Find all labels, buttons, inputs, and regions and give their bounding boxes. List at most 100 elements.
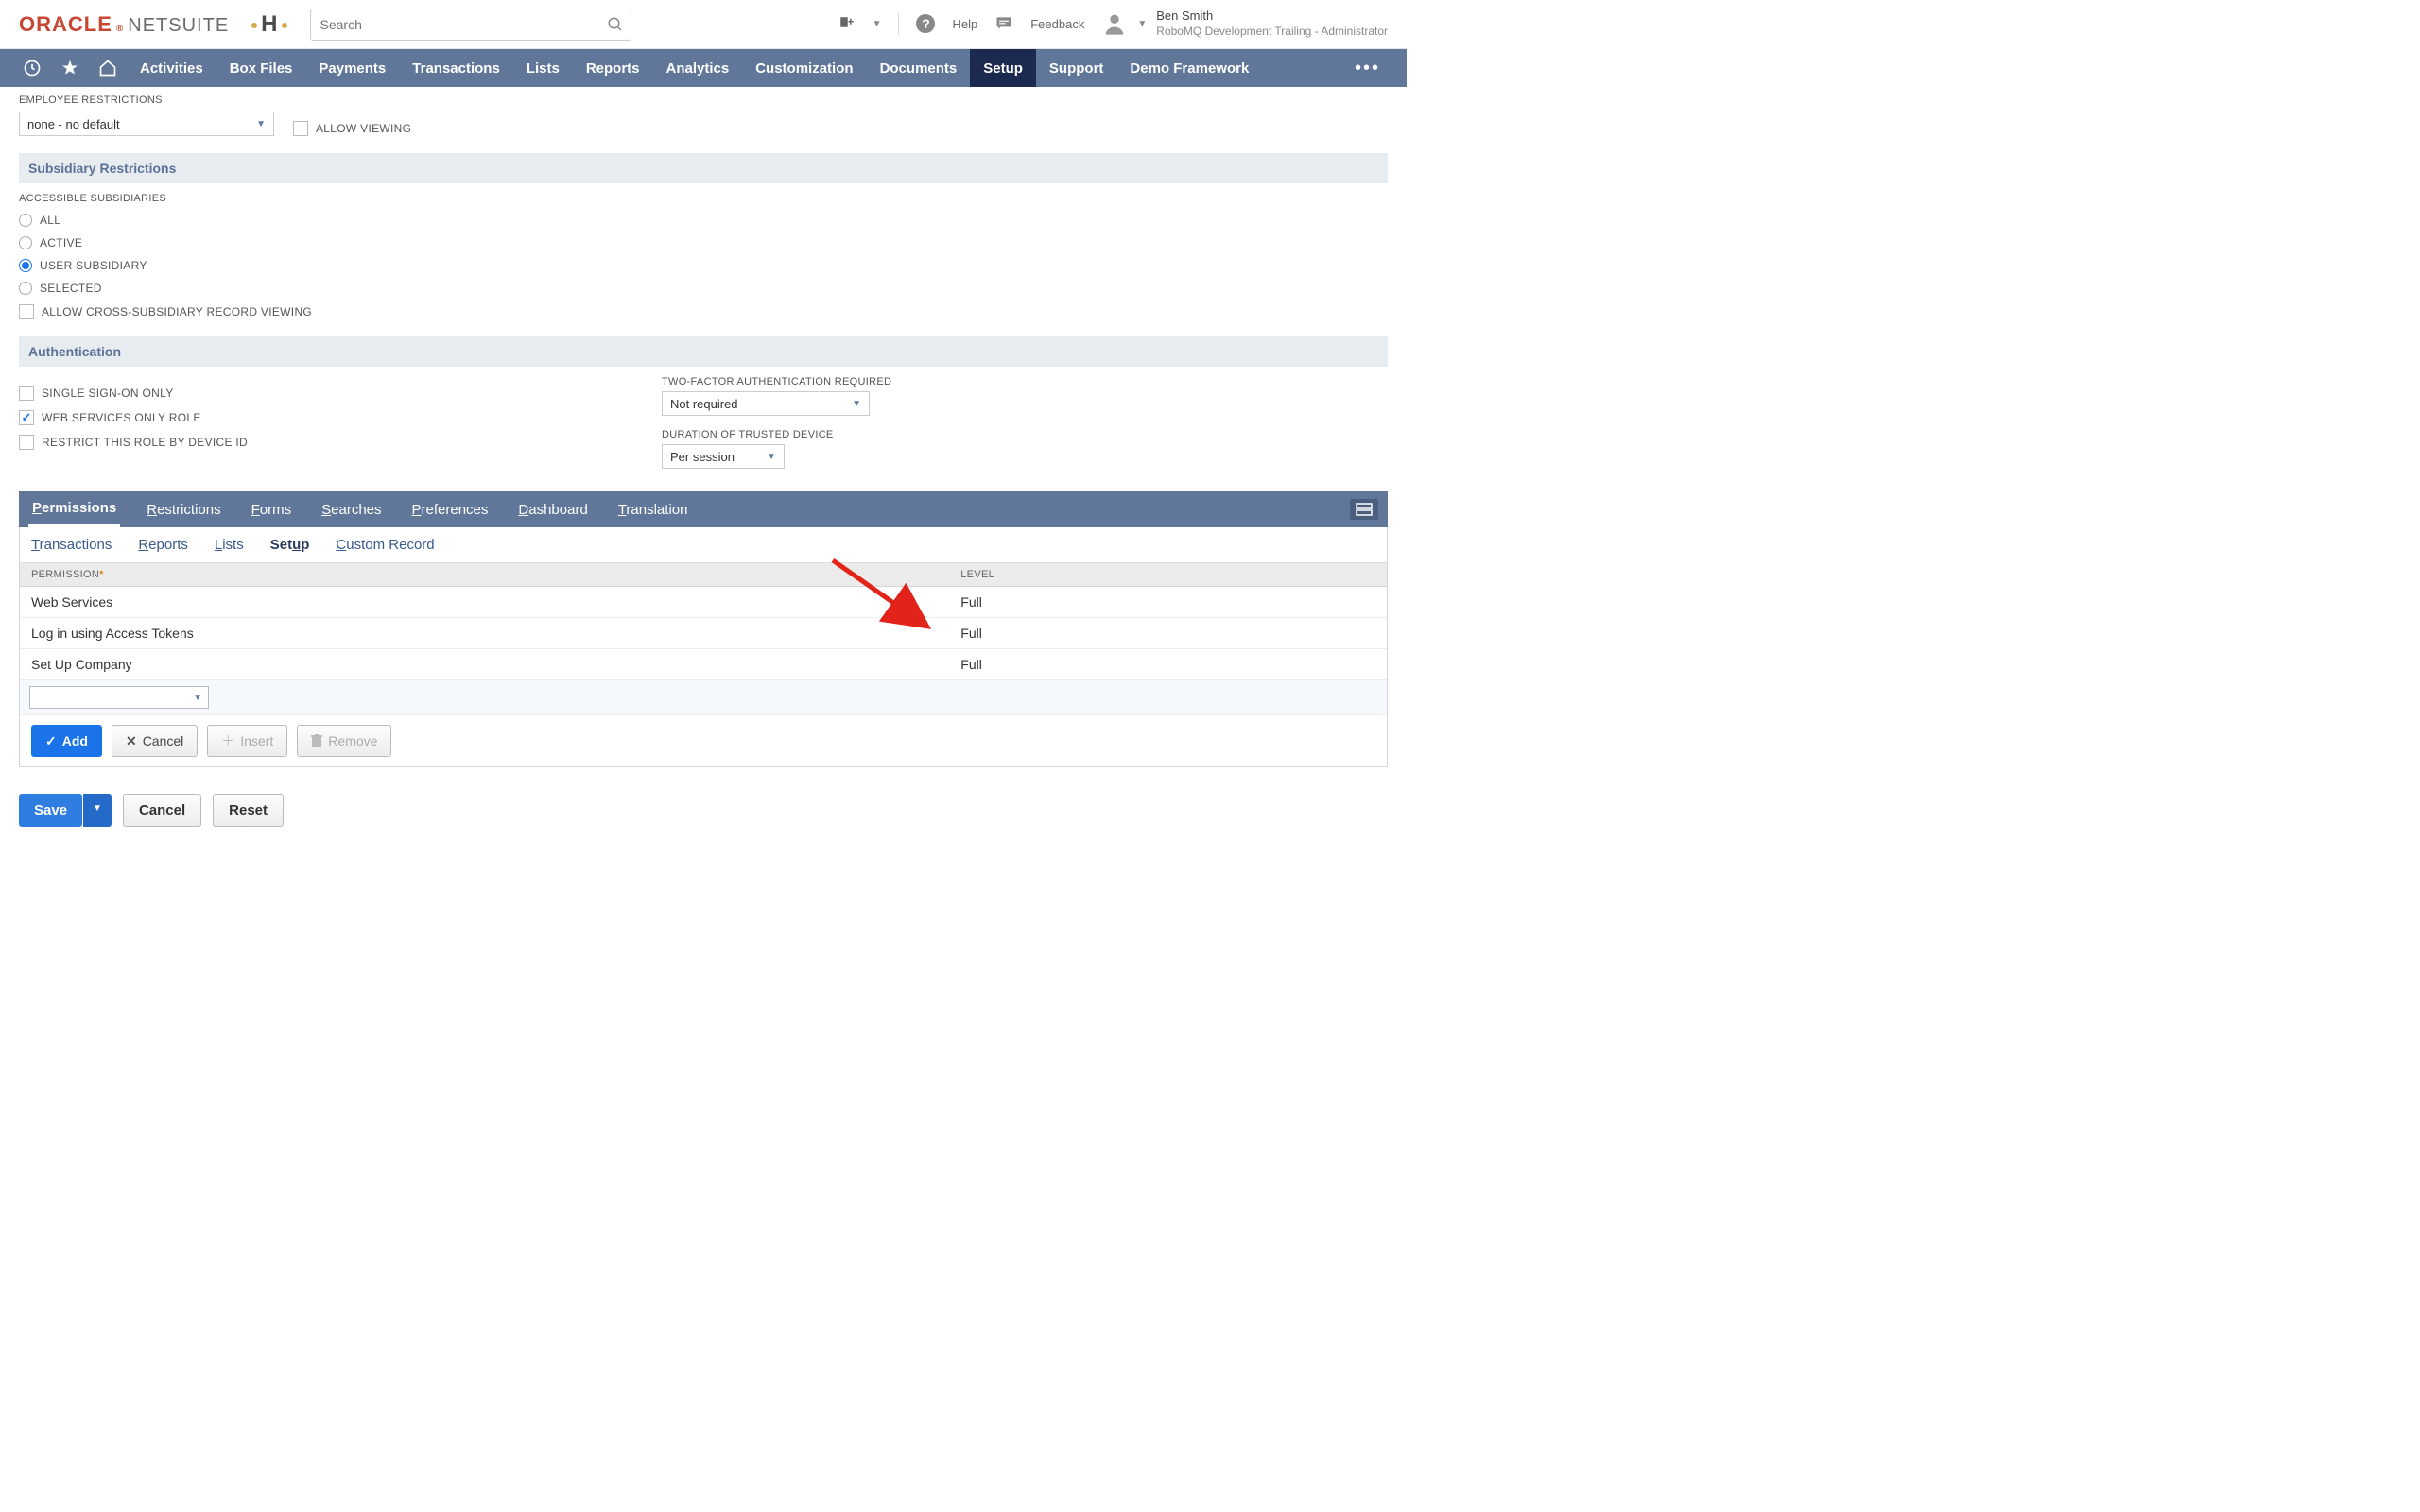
nav-box-files[interactable]: Box Files xyxy=(216,49,306,87)
subtab-dashboard[interactable]: Dashboard xyxy=(514,491,591,527)
nav-overflow-icon[interactable]: ••• xyxy=(1341,58,1393,79)
restrict-device-id-checkbox[interactable] xyxy=(19,435,34,450)
tfa-select[interactable]: Not required ▼ xyxy=(662,391,870,416)
nav-analytics[interactable]: Analytics xyxy=(653,49,743,87)
inner-tab-reports[interactable]: Reports xyxy=(138,537,188,553)
employee-restrictions-value: none - no default xyxy=(27,117,120,131)
permissions-panel: Transactions Reports Lists Setup Custom … xyxy=(19,527,1388,767)
duration-value: Per session xyxy=(670,450,735,464)
reset-button[interactable]: Reset xyxy=(213,794,284,827)
col-level-header: LEVEL xyxy=(949,563,1387,587)
inner-tab-custom-record[interactable]: Custom Record xyxy=(336,537,434,553)
radio-all-label: ALL xyxy=(40,214,60,227)
save-dropdown-icon[interactable]: ▼ xyxy=(83,794,112,827)
web-services-only-checkbox[interactable] xyxy=(19,410,34,425)
cancel-row-button[interactable]: ✕Cancel xyxy=(112,725,198,757)
nav-customization[interactable]: Customization xyxy=(742,49,866,87)
nav-activities[interactable]: Activities xyxy=(127,49,216,87)
help-icon[interactable]: ? xyxy=(916,14,935,33)
feedback-icon[interactable] xyxy=(994,14,1013,33)
subtab-view-toggle-icon[interactable] xyxy=(1350,499,1378,520)
restrict-device-id-label: RESTRICT THIS ROLE BY DEVICE ID xyxy=(42,436,248,449)
radio-selected[interactable] xyxy=(19,282,32,295)
nav-setup[interactable]: Setup xyxy=(970,49,1036,87)
allow-viewing-checkbox[interactable] xyxy=(293,121,308,136)
radio-selected-label: SELECTED xyxy=(40,282,102,295)
subtab-translation[interactable]: Translation xyxy=(614,491,692,527)
perm-cell: Log in using Access Tokens xyxy=(20,618,949,649)
sso-only-label: SINGLE SIGN-ON ONLY xyxy=(42,387,174,400)
cancel-button[interactable]: Cancel xyxy=(123,794,201,827)
duration-select[interactable]: Per session ▼ xyxy=(662,444,785,469)
radio-active[interactable] xyxy=(19,236,32,249)
registered-mark: ® xyxy=(116,24,124,34)
user-menu[interactable]: ▼ Ben Smith RoboMQ Development Trailing … xyxy=(1101,9,1388,39)
accessible-subsidiaries-label: ACCESSIBLE SUBSIDIARIES xyxy=(19,193,1388,204)
avatar-icon xyxy=(1101,10,1128,37)
sso-only-checkbox[interactable] xyxy=(19,386,34,401)
topbar-right: ▼ ? Help Feedback ▼ Ben Smith RoboMQ Dev… xyxy=(838,9,1388,39)
tfa-value: Not required xyxy=(670,397,738,411)
netsuite-text: NETSUITE xyxy=(128,15,229,37)
inner-tab-transactions[interactable]: Transactions xyxy=(31,537,112,553)
insert-button[interactable]: ＋Insert xyxy=(207,725,287,757)
feedback-label[interactable]: Feedback xyxy=(1030,17,1084,31)
level-cell: Full xyxy=(949,649,1387,680)
section-subsidiary-restrictions: Subsidiary Restrictions xyxy=(19,153,1388,183)
duration-label: DURATION OF TRUSTED DEVICE xyxy=(662,429,1229,440)
chevron-down-icon: ▼ xyxy=(852,399,861,409)
perm-cell: Web Services xyxy=(20,587,949,618)
permissions-table: PERMISSION* LEVEL Web ServicesFull Log i… xyxy=(20,563,1387,715)
radio-all[interactable] xyxy=(19,214,32,227)
subtab-restrictions[interactable]: Restrictions xyxy=(143,491,224,527)
section-authentication: Authentication xyxy=(19,336,1388,367)
table-new-row[interactable]: ▼ xyxy=(20,680,1387,715)
inner-tab-setup[interactable]: Setup xyxy=(270,537,310,553)
search-input[interactable] xyxy=(310,9,631,41)
radio-user-subsidiary[interactable] xyxy=(19,259,32,272)
save-button[interactable]: Save xyxy=(19,794,82,827)
nav-lists[interactable]: Lists xyxy=(513,49,573,87)
oracle-text: ORACLE xyxy=(19,12,112,37)
table-row[interactable]: Set Up CompanyFull xyxy=(20,649,1387,680)
tfa-label: TWO-FACTOR AUTHENTICATION REQUIRED xyxy=(662,376,1229,387)
web-services-only-label: WEB SERVICES ONLY ROLE xyxy=(42,411,201,424)
recent-icon[interactable] xyxy=(13,49,51,87)
employee-restrictions-select[interactable]: none - no default ▼ xyxy=(19,112,274,136)
nav-payments[interactable]: Payments xyxy=(305,49,399,87)
chevron-down-icon: ▼ xyxy=(767,452,776,462)
nav-documents[interactable]: Documents xyxy=(867,49,971,87)
star-icon[interactable] xyxy=(51,49,89,87)
nav-support[interactable]: Support xyxy=(1036,49,1117,87)
search-icon[interactable] xyxy=(607,16,624,33)
subtab-permissions[interactable]: Permissions xyxy=(28,491,120,527)
inner-tab-lists[interactable]: Lists xyxy=(215,537,244,553)
radio-user-subsidiary-label: USER SUBSIDIARY xyxy=(40,259,147,272)
top-bar: ORACLE ® NETSUITE H ▼ ? Help Feedback ▼ B… xyxy=(0,0,1407,49)
table-row[interactable]: Web ServicesFull xyxy=(20,587,1387,618)
subtab-searches[interactable]: Searches xyxy=(318,491,385,527)
help-label[interactable]: Help xyxy=(952,17,977,31)
table-row[interactable]: Log in using Access TokensFull xyxy=(20,618,1387,649)
home-icon[interactable] xyxy=(89,49,127,87)
user-role: RoboMQ Development Trailing - Administra… xyxy=(1156,25,1388,40)
quick-add-icon[interactable] xyxy=(838,15,856,32)
chevron-down-icon: ▼ xyxy=(193,693,202,703)
subtab-preferences[interactable]: Preferences xyxy=(408,491,493,527)
permission-dropdown[interactable]: ▼ xyxy=(29,686,209,709)
chevron-down-icon: ▼ xyxy=(256,119,266,129)
nav-transactions[interactable]: Transactions xyxy=(399,49,513,87)
content: EMPLOYEE RESTRICTIONS none - no default … xyxy=(0,94,1407,865)
add-button[interactable]: ✓Add xyxy=(31,725,102,757)
oracle-logo: ORACLE ® NETSUITE xyxy=(19,12,229,37)
subtab-forms[interactable]: Forms xyxy=(248,491,296,527)
trash-icon xyxy=(311,734,322,747)
level-cell: Full xyxy=(949,618,1387,649)
user-name: Ben Smith xyxy=(1156,9,1388,25)
nav-demo-framework[interactable]: Demo Framework xyxy=(1116,49,1262,87)
remove-button[interactable]: Remove xyxy=(297,725,391,757)
company-logo: H xyxy=(261,11,277,38)
employee-restrictions-label: EMPLOYEE RESTRICTIONS xyxy=(19,94,1388,106)
nav-reports[interactable]: Reports xyxy=(573,49,653,87)
allow-cross-subsidiary-checkbox[interactable] xyxy=(19,304,34,319)
